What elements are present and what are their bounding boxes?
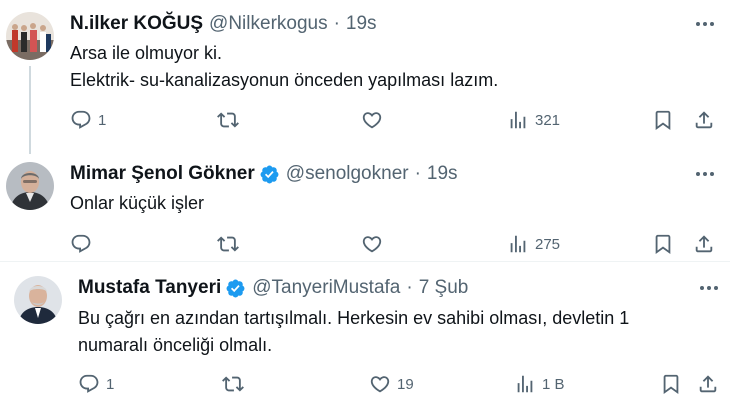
tweet-header: Mimar Şenol Gökner @senolgokner · 19s <box>70 162 458 186</box>
share-icon <box>693 233 715 255</box>
like-count: 19 <box>397 375 414 393</box>
tweet-header: Mustafa Tanyeri @TanyeriMustafa · 7 Şub <box>78 276 468 300</box>
share-button[interactable] <box>697 370 719 398</box>
tweet-text-line: Onlar küçük işler <box>70 193 205 213</box>
tweet-header: N.ilker KOĞUŞ @Nilkerkogus · 19s <box>70 12 377 36</box>
like-icon <box>369 373 391 395</box>
like-button[interactable]: 19 <box>369 370 414 398</box>
retweet-icon <box>222 373 244 395</box>
like-icon <box>361 109 383 131</box>
like-button[interactable] <box>361 106 383 134</box>
like-button[interactable] <box>361 230 383 258</box>
bookmark-icon <box>660 373 682 395</box>
display-name[interactable]: Mimar Şenol Gökner <box>70 162 255 186</box>
views-icon <box>507 233 529 255</box>
views-count: 1 B <box>542 375 565 393</box>
share-icon <box>697 373 719 395</box>
tweet-text-line: Elektrik- su-kanalizasyonun önceden yapı… <box>70 70 499 90</box>
tweet-card[interactable]: Mustafa Tanyeri @TanyeriMustafa · 7 Şub … <box>0 262 730 420</box>
share-button[interactable] <box>693 106 715 134</box>
more-icon[interactable] <box>693 162 717 186</box>
thread-connector <box>29 66 31 154</box>
views-count: 275 <box>535 235 561 253</box>
separator-dot: · <box>333 13 340 34</box>
avatar[interactable] <box>6 162 54 210</box>
reply-icon <box>70 233 92 255</box>
views-count: 321 <box>535 111 561 129</box>
bookmark-button[interactable] <box>652 230 674 258</box>
timestamp[interactable]: 7 Şub <box>419 276 469 300</box>
views-button[interactable]: 275 <box>507 230 560 258</box>
reply-button[interactable]: 1 <box>78 370 114 398</box>
timestamp[interactable]: 19s <box>427 162 458 186</box>
display-name[interactable]: Mustafa Tanyeri <box>78 276 221 300</box>
reply-icon <box>78 373 100 395</box>
user-handle[interactable]: @TanyeriMustafa <box>252 276 400 300</box>
user-handle[interactable]: @Nilkerkogus <box>209 12 328 36</box>
reply-button[interactable]: 1 <box>70 106 106 134</box>
views-button[interactable]: 1 B <box>514 370 565 398</box>
tweet-card[interactable]: Mimar Şenol Gökner @senolgokner · 19s On… <box>0 150 730 260</box>
verified-badge-icon <box>259 164 280 185</box>
retweet-button[interactable] <box>217 106 239 134</box>
tweet-card[interactable]: N.ilker KOĞUŞ @Nilkerkogus · 19s Arsa il… <box>0 0 730 150</box>
reply-count: 1 <box>98 111 107 129</box>
bookmark-button[interactable] <box>652 106 674 134</box>
user-handle[interactable]: @senolgokner <box>286 162 409 186</box>
retweet-button[interactable] <box>222 370 244 398</box>
tweet-text-line: numaralı önceliği olmalı. <box>78 335 273 355</box>
retweet-icon <box>217 109 239 131</box>
share-icon <box>693 109 715 131</box>
timestamp[interactable]: 19s <box>346 12 377 36</box>
bookmark-button[interactable] <box>660 370 682 398</box>
reply-count: 1 <box>106 375 115 393</box>
more-icon[interactable] <box>693 12 717 36</box>
action-bar: 275 <box>0 230 730 258</box>
separator-dot: · <box>406 277 413 298</box>
retweet-button[interactable] <box>217 230 239 258</box>
display-name[interactable]: N.ilker KOĞUŞ <box>70 12 203 36</box>
action-bar: 1 321 <box>0 106 730 134</box>
reply-icon <box>70 109 92 131</box>
tweet-text-line: Arsa ile olmuyor ki. <box>70 43 223 63</box>
more-icon[interactable] <box>697 276 721 300</box>
bookmark-icon <box>652 233 674 255</box>
views-button[interactable]: 321 <box>507 106 560 134</box>
verified-badge-icon <box>225 278 246 299</box>
tweet-text-line: Bu çağrı en azından tartışılmalı. Herkes… <box>78 308 630 328</box>
views-icon <box>507 109 529 131</box>
action-bar: 1 19 1 B <box>0 370 730 398</box>
avatar[interactable] <box>6 12 54 60</box>
separator-dot: · <box>414 163 421 184</box>
bookmark-icon <box>652 109 674 131</box>
like-icon <box>361 233 383 255</box>
retweet-icon <box>217 233 239 255</box>
share-button[interactable] <box>693 230 715 258</box>
views-icon <box>514 373 536 395</box>
reply-button[interactable] <box>70 230 92 258</box>
avatar[interactable] <box>14 276 62 324</box>
